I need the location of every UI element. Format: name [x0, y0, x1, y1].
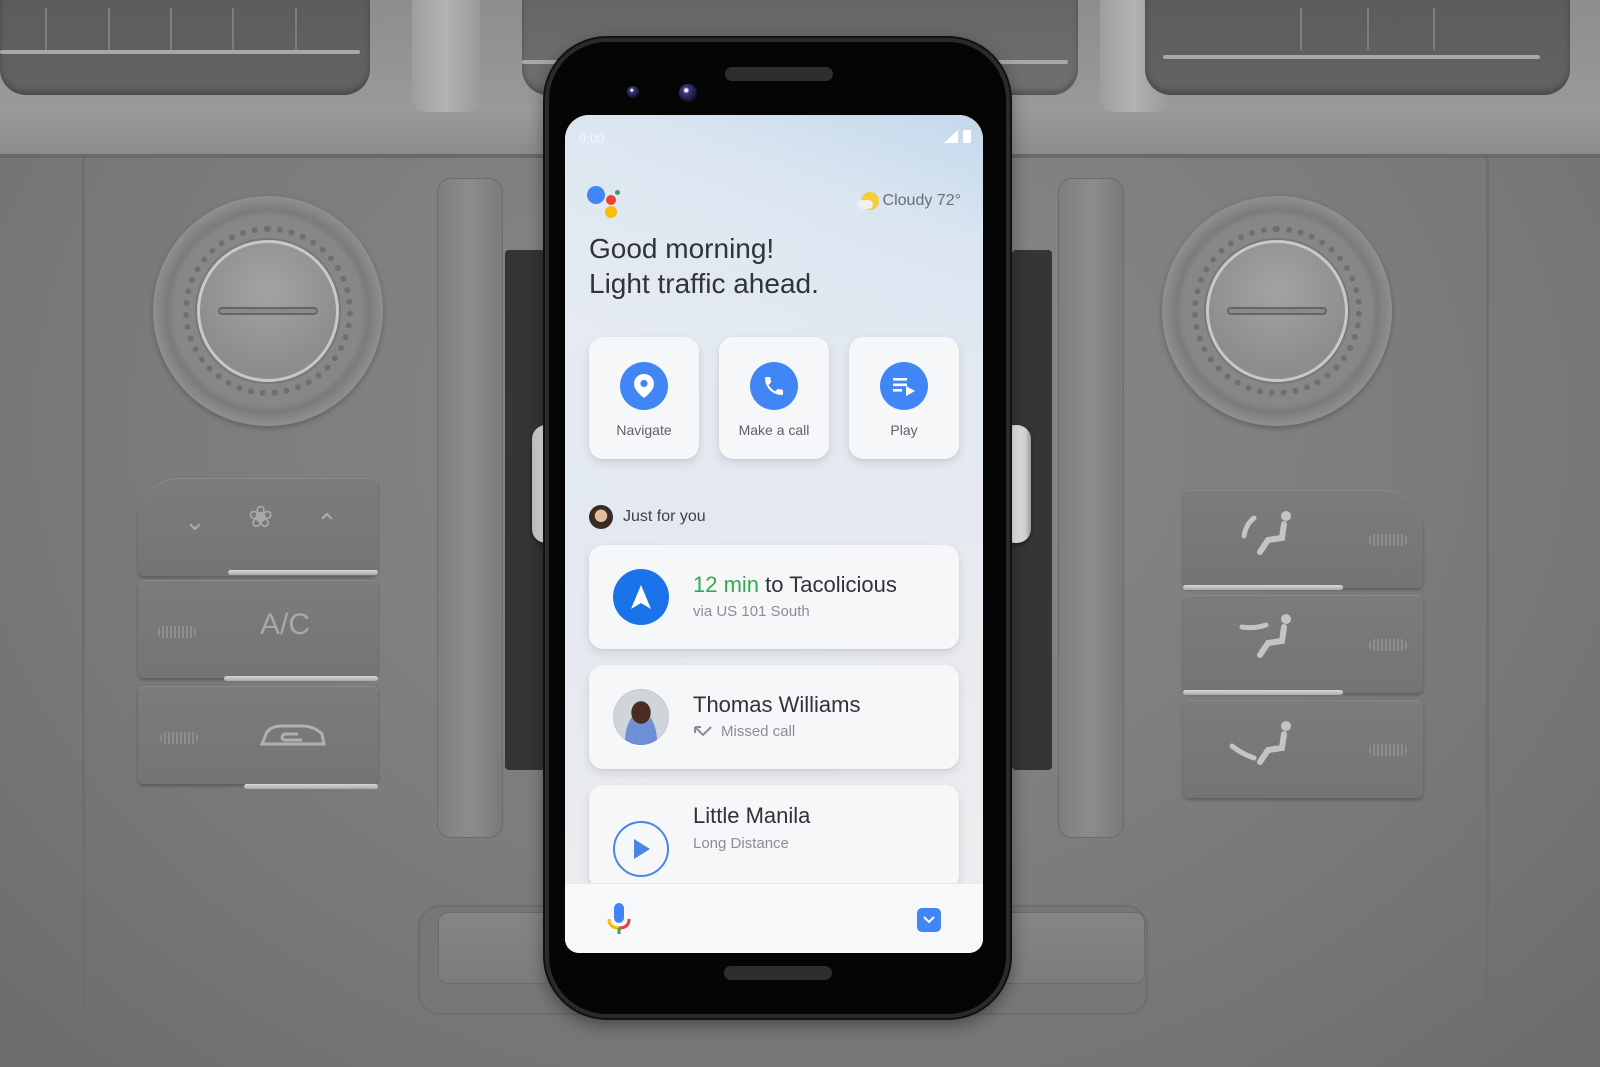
contact-name: Thomas Williams — [693, 692, 861, 717]
chevron-down-icon[interactable] — [917, 908, 941, 932]
greeting-line-1: Good morning! — [589, 233, 775, 264]
play-button[interactable]: Play — [849, 337, 959, 459]
smartphone: 9:00 Cloudy 72° Good morning! Light traf… — [545, 38, 1010, 1018]
google-assistant-logo — [587, 184, 627, 220]
airflow-lower-icon — [1229, 721, 1291, 765]
status-icons — [944, 130, 971, 143]
eta-destination: to Tacolicious — [759, 572, 897, 597]
airflow-upper-icon — [1241, 511, 1291, 555]
eta-title: 12 min to Tacolicious — [693, 572, 897, 598]
weather-widget[interactable]: Cloudy 72° — [856, 190, 961, 212]
panel-seam — [82, 158, 85, 1067]
vent-mode-middle-button — [1183, 595, 1423, 693]
call-status-text: Missed call — [721, 723, 796, 740]
navigate-label: Navigate — [616, 422, 672, 438]
navigation-arrow-icon — [613, 569, 669, 625]
airflow-middle-icon — [1239, 614, 1291, 658]
climate-controls-left: ⌄ ❀ ⌃ A/C — [138, 478, 388, 798]
navigate-button[interactable]: Navigate — [589, 337, 699, 459]
panel-seam — [1486, 158, 1489, 1067]
music-subtitle: Long Distance — [693, 835, 789, 852]
just-for-you-header: Just for you — [589, 505, 706, 529]
phone-mount-rail-right — [1058, 178, 1124, 838]
playlist-play-icon — [880, 362, 928, 410]
air-vent-knob-right — [1162, 196, 1392, 426]
fan-up-icon: ⌃ — [316, 508, 338, 538]
just-for-you-label: Just for you — [623, 508, 706, 525]
ac-label: A/C — [260, 608, 311, 641]
assistant-bottom-bar — [565, 883, 983, 953]
phone-mount-rail-left — [437, 178, 503, 838]
make-a-call-button[interactable]: Make a call — [719, 337, 829, 459]
music-title: Little Manila — [693, 803, 811, 828]
air-vent-knob-left — [153, 196, 383, 426]
microphone-icon[interactable] — [605, 902, 633, 938]
user-avatar[interactable] — [589, 505, 613, 529]
missed-call-icon — [694, 725, 712, 736]
bottom-speaker — [724, 966, 832, 980]
missed-call-card[interactable]: Thomas Williams Missed call — [589, 665, 959, 769]
front-sensor — [627, 86, 639, 98]
earpiece-speaker — [725, 67, 833, 81]
greeting: Good morning! Light traffic ahead. — [589, 231, 819, 301]
quick-actions: Navigate Make a call Play — [589, 337, 959, 459]
music-suggestion-card[interactable]: Little Manila Long Distance — [589, 785, 959, 889]
status-time: 9:00 — [579, 131, 605, 146]
fan-icon: ❀ — [248, 501, 274, 534]
dashboard-pillar-left — [412, 0, 480, 112]
weather-text: Cloudy 72° — [882, 192, 961, 209]
play-label: Play — [890, 422, 918, 438]
assistant-driving-screen: 9:00 Cloudy 72° Good morning! Light traf… — [565, 115, 983, 953]
fan-down-icon: ⌄ — [184, 506, 206, 536]
contact-photo — [613, 689, 669, 745]
eta-time: 12 min — [693, 572, 760, 597]
recirculation-button — [138, 686, 378, 784]
fan-speed-button: ⌄ ❀ ⌃ — [138, 478, 378, 576]
ac-button: A/C — [138, 580, 378, 678]
air-vent-left — [0, 0, 370, 95]
partly-cloudy-icon — [856, 190, 879, 212]
phone-icon — [750, 362, 798, 410]
greeting-line-2: Light traffic ahead. — [589, 268, 819, 299]
play-icon[interactable] — [613, 821, 669, 877]
location-pin-icon — [620, 362, 668, 410]
route-subtitle: via US 101 South — [693, 603, 810, 620]
call-status: Missed call — [693, 723, 795, 740]
front-camera — [679, 84, 697, 102]
make-a-call-label: Make a call — [738, 422, 810, 438]
vent-mode-lower-button — [1183, 700, 1423, 798]
battery-icon — [963, 130, 971, 143]
navigation-suggestion-card[interactable]: 12 min to Tacolicious via US 101 South — [589, 545, 959, 649]
climate-controls-right — [1183, 490, 1433, 810]
air-vent-right — [1145, 0, 1570, 95]
vent-mode-upper-button — [1183, 490, 1423, 588]
car-recirculation-icon — [259, 724, 326, 746]
cell-signal-icon — [944, 130, 958, 143]
